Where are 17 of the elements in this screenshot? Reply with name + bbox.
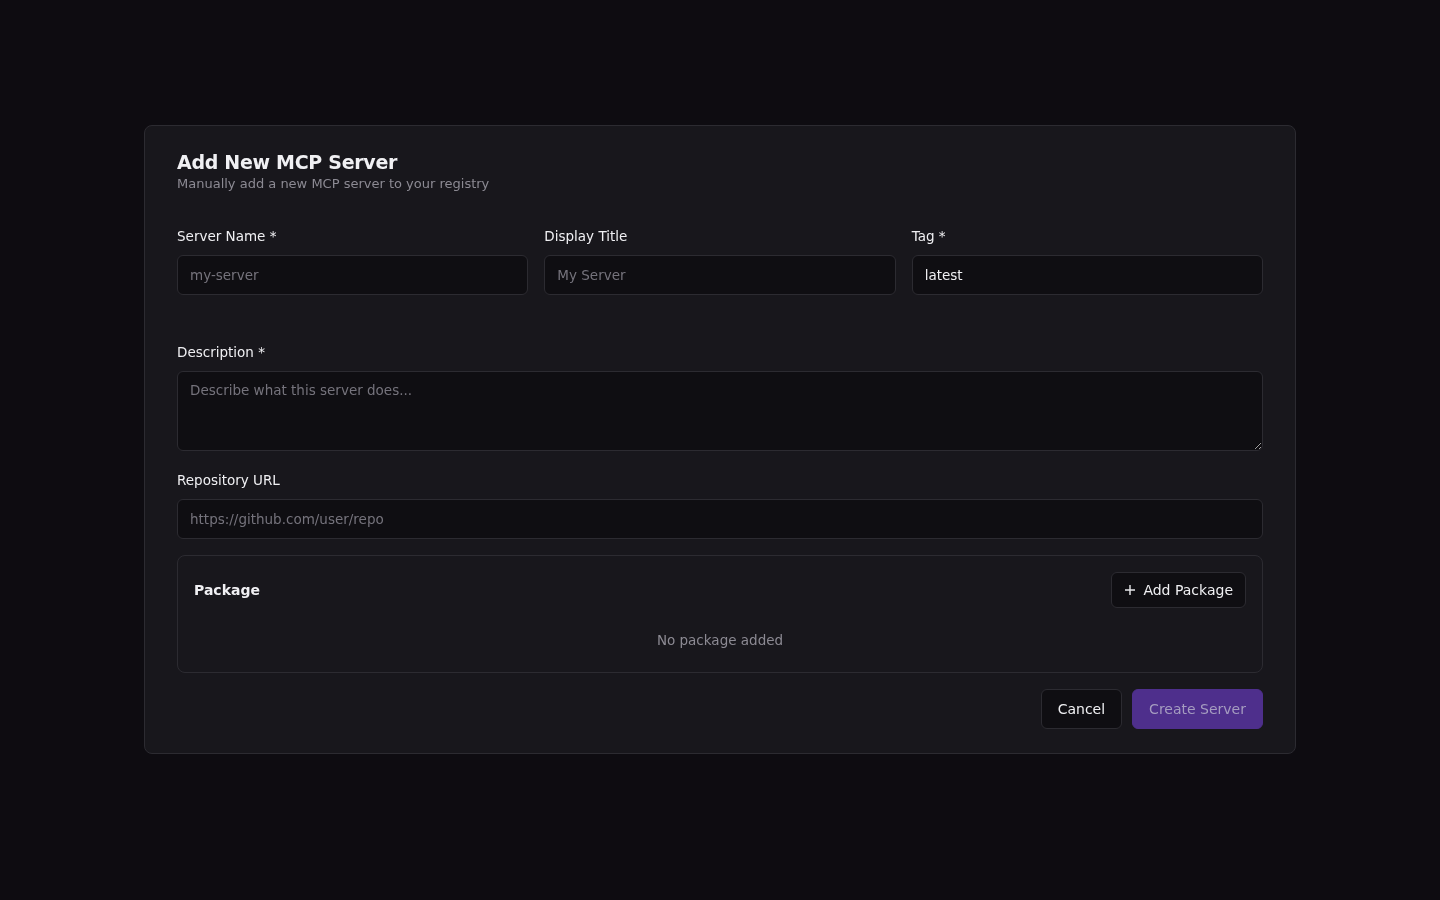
- text-area[interactable]: Describe what this server does...: [177, 371, 1263, 451]
- plus-icon: [1124, 584, 1137, 596]
- cancel-button[interactable]: Cancel: [1040, 689, 1123, 729]
- field-label: Tag *: [911, 227, 946, 245]
- package-title: Package: [194, 582, 260, 598]
- add-package-button[interactable]: Add Package: [1111, 572, 1246, 608]
- empty-message: No package added: [656, 632, 784, 648]
- input-field[interactable]: https://github.com/user/repo: [177, 499, 1263, 539]
- field-label: Server Name *: [177, 227, 277, 245]
- input-field[interactable]: latest: [911, 255, 1263, 295]
- dialog-title: Add New MCP Server: [177, 150, 399, 174]
- input-field[interactable]: My Server: [544, 255, 896, 295]
- dialog-subtitle: Manually add a new MCP server to your registry: [177, 176, 491, 191]
- field-label: Description *: [177, 343, 265, 361]
- input-field[interactable]: my-server: [177, 255, 529, 295]
- field-label: Display Title: [544, 227, 628, 245]
- field-label: Repository URL: [177, 471, 280, 489]
